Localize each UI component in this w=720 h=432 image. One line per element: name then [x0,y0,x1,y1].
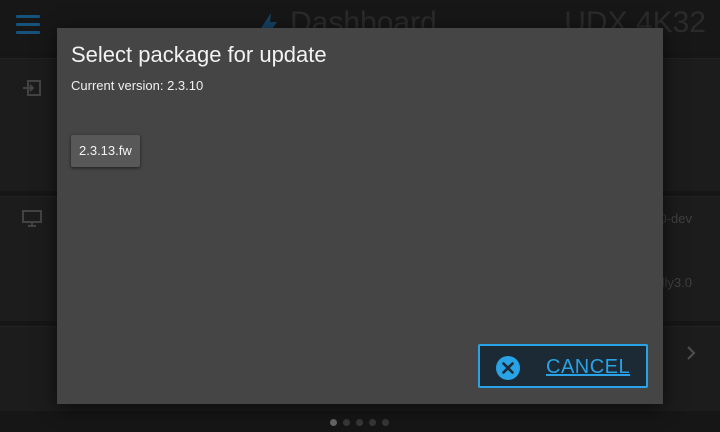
dialog-title: Select package for update [71,42,327,67]
update-package-dialog: Select package for update Current versio… [57,28,663,404]
close-circle-icon [496,356,520,380]
cancel-button[interactable]: CANCEL [478,344,648,388]
cancel-button-label: CANCEL [546,356,631,378]
app-screen: Dashboard UDX 4K32 0-dev lly3.0 Select p… [0,0,720,432]
current-version-text: Current version: 2.3.10 [71,78,204,93]
package-option-button[interactable]: 2.3.13.fw [71,135,140,167]
